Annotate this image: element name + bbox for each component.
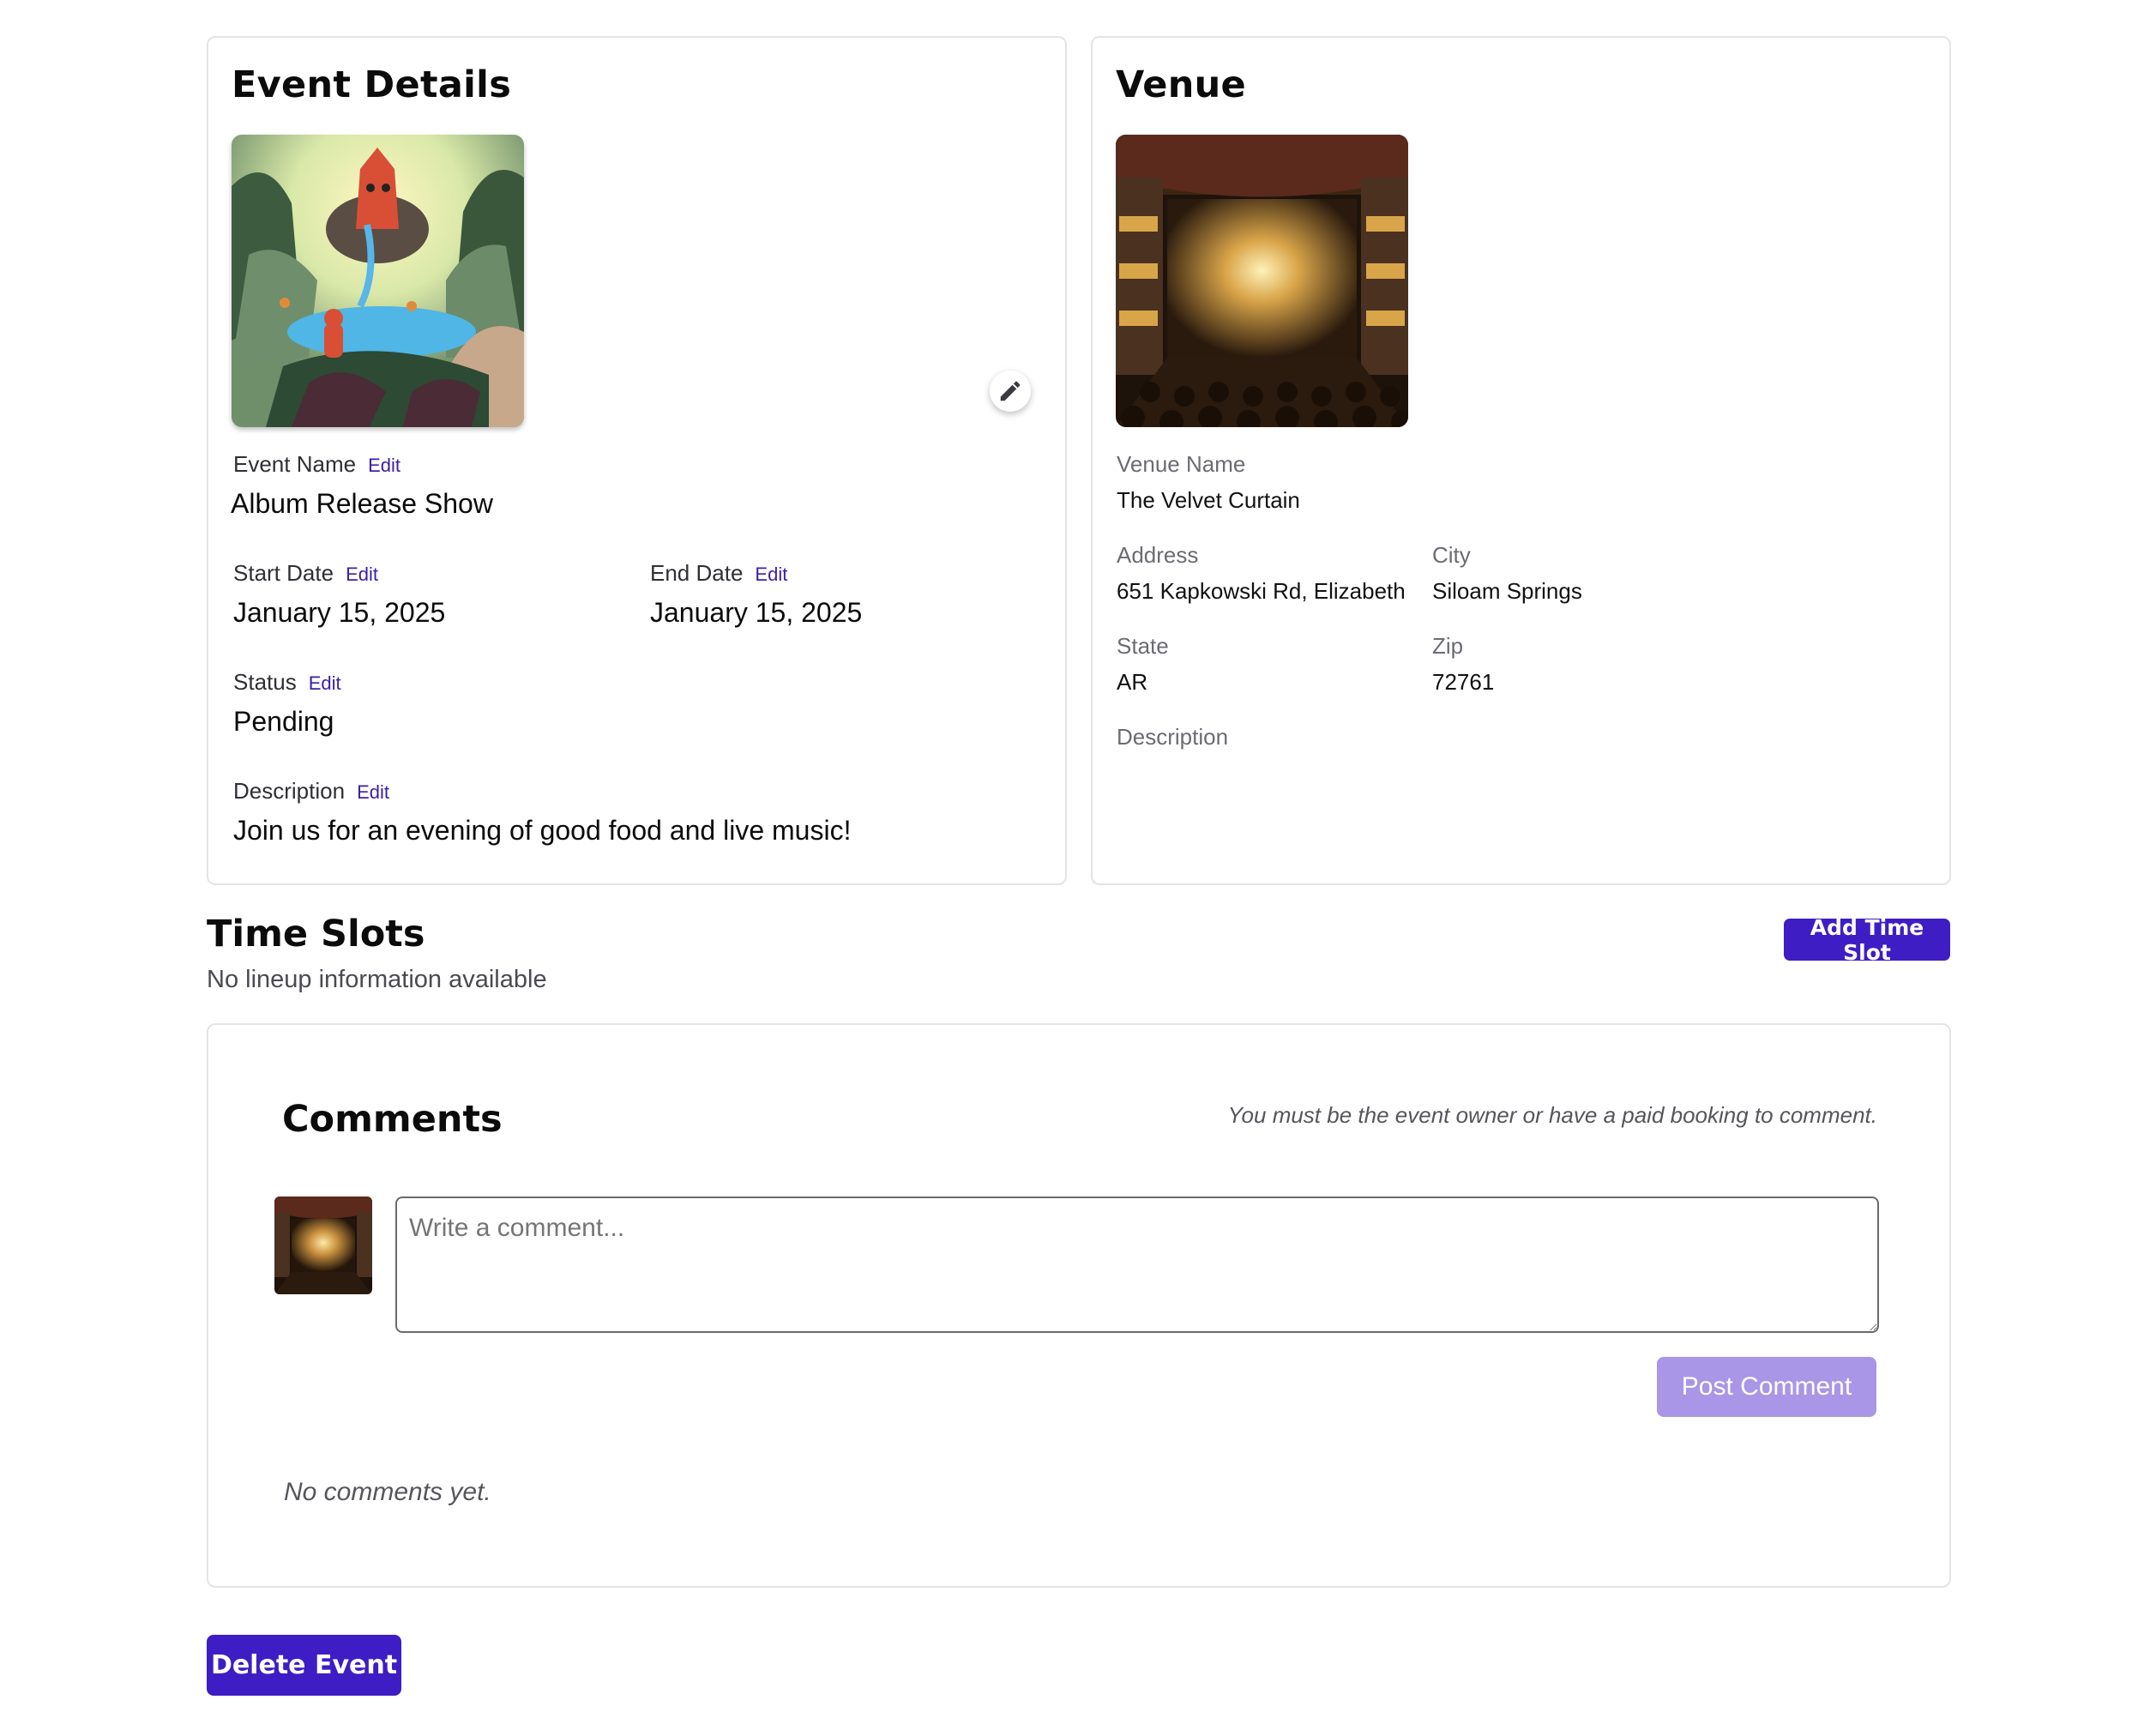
comments-title: Comments (282, 1098, 503, 1141)
zip-label: Zip (1432, 633, 1464, 659)
edit-status-link[interactable]: Edit (309, 672, 341, 695)
status-label-text: Status (233, 669, 297, 695)
description-label: Description Edit (233, 778, 389, 805)
state-value: AR (1117, 669, 1148, 695)
status-label: Status Edit (233, 669, 341, 696)
comments-card: Comments You must be the event owner or … (207, 1023, 1951, 1588)
end-date-value: January 15, 2025 (650, 597, 863, 628)
edit-event-name-link[interactable]: Edit (368, 455, 400, 477)
event-details-card: Event Details Event Name Edit Album Rele… (207, 36, 1067, 885)
event-artwork-image (232, 135, 524, 427)
event-details-title: Event Details (232, 63, 512, 106)
start-date-value: January 15, 2025 (233, 597, 446, 628)
theater-stage-image (1116, 135, 1408, 427)
edit-description-link[interactable]: Edit (357, 781, 389, 804)
address-label: Address (1117, 542, 1199, 568)
event-name-label: Event Name Edit (233, 451, 400, 478)
zip-value: 72761 (1432, 669, 1495, 695)
description-value: Join us for an evening of good food and … (233, 815, 852, 846)
status-value: Pending (233, 706, 334, 737)
state-label: State (1117, 633, 1169, 659)
venue-name-value: The Velvet Curtain (1117, 487, 1300, 513)
post-comment-button[interactable]: Post Comment (1657, 1357, 1876, 1417)
venue-name-label: Venue Name (1117, 451, 1246, 477)
venue-card: Venue Venue Name The Velvet Curtain Addr… (1091, 36, 1951, 885)
avatar (274, 1197, 372, 1294)
start-date-label: Start Date Edit (233, 560, 378, 587)
comment-permission-note: You must be the event owner or have a pa… (1227, 1102, 1877, 1128)
edit-start-date-link[interactable]: Edit (346, 564, 378, 586)
no-comments-text: No comments yet. (284, 1478, 491, 1506)
event-name-value: Album Release Show (231, 488, 493, 519)
description-label-text: Description (233, 778, 346, 804)
venue-title: Venue (1116, 63, 1246, 106)
city-value: Siloam Springs (1432, 578, 1582, 604)
end-date-label: End Date Edit (650, 560, 787, 587)
delete-event-button[interactable]: Delete Event (207, 1635, 401, 1696)
add-time-slot-button[interactable]: Add Time Slot (1784, 915, 1950, 965)
address-value: 651 Kapkowski Rd, Elizabeth (1117, 578, 1406, 604)
event-name-label-text: Event Name (233, 451, 357, 477)
time-slots-empty-text: No lineup information available (207, 966, 547, 993)
edit-image-button[interactable] (990, 371, 1031, 412)
venue-description-label: Description (1117, 724, 1229, 750)
time-slots-title: Time Slots (207, 913, 425, 955)
city-label: City (1432, 542, 1471, 568)
start-date-label-text: Start Date (233, 560, 334, 586)
end-date-label-text: End Date (650, 560, 744, 586)
edit-end-date-link[interactable]: Edit (755, 564, 787, 586)
comment-input[interactable] (395, 1197, 1879, 1333)
pencil-icon (1000, 381, 1021, 401)
